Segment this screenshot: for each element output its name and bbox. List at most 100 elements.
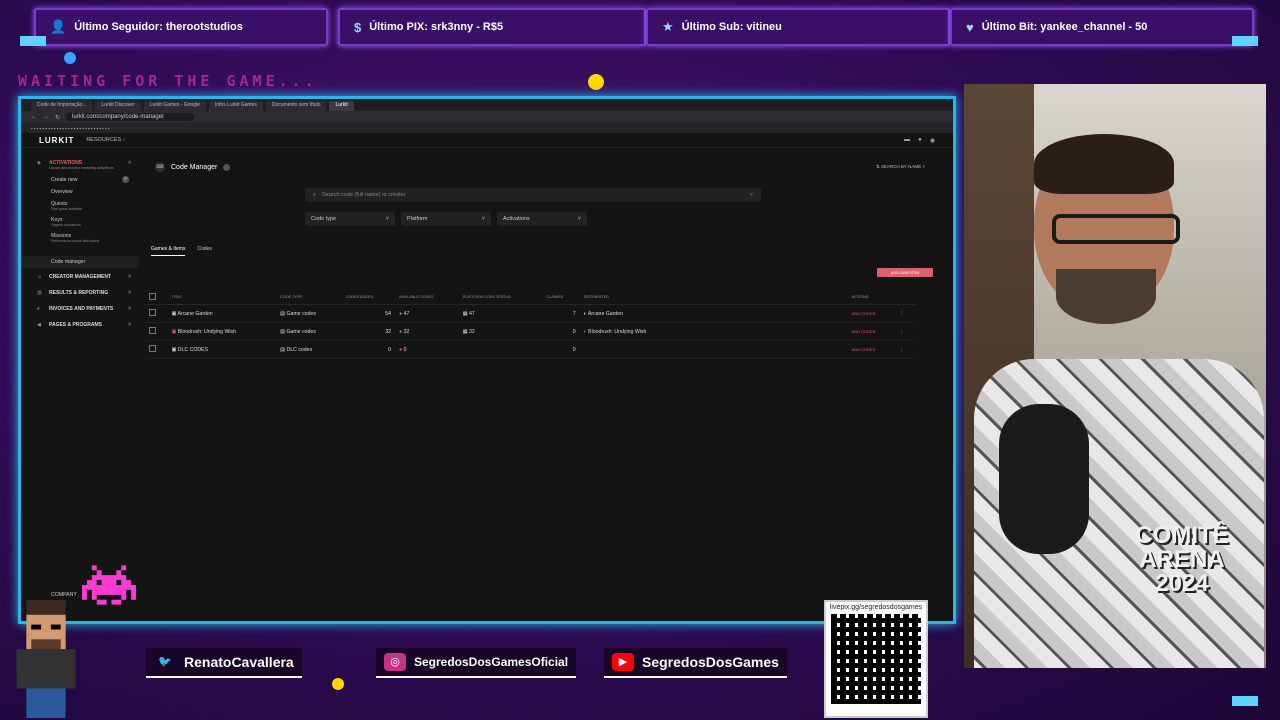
row-title: ▣ Bloodrush: Undying Wish	[167, 322, 277, 341]
chevron-down-icon: ›	[123, 137, 125, 143]
lurkit-logo[interactable]: LURKIT	[39, 136, 74, 145]
row-select[interactable]	[145, 322, 168, 341]
filter-code-type[interactable]: Code type ˅	[305, 212, 395, 226]
column-header[interactable]: ACTIONS	[847, 290, 896, 305]
bell-icon[interactable]: ●	[918, 137, 922, 144]
sidebar-section-activations[interactable]: ◈ ACTIVATIONS Launch and monitor marketi…	[21, 154, 139, 174]
column-header[interactable]: TITLE	[167, 290, 277, 305]
chevron-down-icon: ˅	[128, 306, 131, 312]
page-title: Code Manager	[171, 163, 218, 171]
row-distributed	[579, 340, 848, 359]
row-added: 32	[341, 322, 396, 341]
browser-tab[interactable]: Lurkit Games - Google	[143, 101, 206, 111]
add-game-item-button[interactable]: ADD GAME/ITEM	[877, 268, 933, 277]
top-nav: LURKIT RESOURCES › ▬ ● ◉	[21, 133, 953, 148]
select-all-header[interactable]	[145, 290, 168, 305]
sidebar-section-label: CREATOR MANAGEMENT	[49, 274, 112, 280]
row-action[interactable]: ADD CODES	[847, 304, 896, 323]
sidebar-section-results[interactable]: ▥ RESULTS & REPORTING ˅	[21, 284, 139, 300]
alert-last-follower: 👤 Último Seguidor: therootstudios	[34, 8, 328, 46]
filter-row: Code type ˅ Platform ˅ Activations ˅	[305, 212, 587, 226]
sidebar-section-creator-management[interactable]: ☺ CREATOR MANAGEMENT ˅	[21, 268, 139, 284]
sidebar-item-missions[interactable]: Missions Performance-based activations	[21, 230, 139, 246]
row-checkbox[interactable]	[149, 327, 156, 334]
table-row[interactable]: ▣ Bloodrush: Undying Wish ▤ Game codes 3…	[145, 322, 915, 341]
select-all-checkbox[interactable]	[149, 293, 156, 300]
microphone	[999, 404, 1089, 554]
sort-dropdown[interactable]: ⇅ SEARCH BY NAME ˄	[876, 164, 925, 170]
add-codes-button[interactable]: ADD CODES	[852, 329, 876, 334]
sidebar-item-code-manager[interactable]: Code manager	[21, 256, 139, 268]
row-action[interactable]: ADD CODES	[847, 322, 896, 341]
more-options-icon[interactable]: ⋮	[899, 329, 904, 335]
browser-tab[interactable]: Documento sem título	[265, 101, 327, 111]
add-codes-button[interactable]: ADD CODES	[852, 347, 876, 352]
filter-platform[interactable]: Platform ˅	[401, 212, 491, 226]
row-action[interactable]: ADD CODES	[847, 340, 896, 359]
table-header-row: TITLE CODE TYPE CODES ADDED AVAILABLE CO…	[145, 290, 915, 305]
plus-icon[interactable]: +	[122, 176, 129, 183]
row-menu[interactable]: ⋮	[895, 340, 915, 359]
bookmark-item[interactable]: ▪ ▪ ▪ ▪ ▪ ▪ ▪ ▪ ▪ ▪ ▪ ▪ ▪ ▪ ▪ ▪ ▪ ▪ ▪ ▪ …	[31, 126, 109, 131]
sidebar-section-pages[interactable]: ◀ PAGES & PROGRAMS ˅	[21, 316, 139, 332]
browser-tab[interactable]: Code de Importação...	[31, 101, 93, 111]
tab-games-items[interactable]: Games & Items	[151, 246, 186, 256]
more-options-icon[interactable]: ⋮	[899, 347, 904, 353]
column-header[interactable]: PLATFORM CODE STATUS	[458, 290, 543, 305]
table-row[interactable]: ▣ Arcane Garden ▤ Game codes 54 ● 47 ▦ 4…	[145, 304, 915, 323]
row-menu[interactable]: ⋮	[895, 322, 915, 341]
sidebar-item-label: Create new	[51, 177, 78, 183]
column-header[interactable]: DISTRIBUTED	[579, 290, 848, 305]
sidebar-section-invoices[interactable]: ⌕ INVOICES AND PAYMENTS ˅	[21, 300, 139, 316]
sidebar-item-keys[interactable]: Keys Organic activations	[21, 214, 139, 230]
column-header[interactable]: AVAILABLE CODES	[395, 290, 459, 305]
row-distributed: ◐ Arcane Garden	[579, 304, 848, 323]
tab-codes[interactable]: Codes	[197, 246, 211, 256]
decor-corner	[20, 36, 46, 46]
bookmarks-bar: ▪ ▪ ▪ ▪ ▪ ▪ ▪ ▪ ▪ ▪ ▪ ▪ ▪ ▪ ▪ ▪ ▪ ▪ ▪ ▪ …	[21, 123, 953, 133]
nav-resources[interactable]: RESOURCES	[86, 137, 121, 143]
search-icon: ⌕	[37, 306, 40, 312]
row-distributed-text: Bloodrush: Undying Wish	[588, 328, 647, 335]
main-content: ⌨ Code Manager ⇅ SEARCH BY NAME ˄ ⌕ Sear…	[145, 148, 935, 621]
browser-tab[interactable]: Lurkit Discover	[95, 101, 141, 111]
info-icon[interactable]	[223, 163, 231, 171]
forward-icon[interactable]: →	[43, 114, 49, 120]
social-youtube: ▶ SegredosDosGames	[604, 648, 787, 678]
search-input[interactable]: ⌕ Search code (full name) or creator ˅	[305, 188, 761, 202]
row-checkbox[interactable]	[149, 345, 156, 352]
column-header[interactable]: CODE TYPE	[276, 290, 342, 305]
sidebar-item-quests[interactable]: Quests Find quest activities	[21, 198, 139, 214]
sidebar-item-create-new[interactable]: Create new +	[21, 174, 139, 186]
row-menu[interactable]: ⋮	[895, 304, 915, 323]
sidebar-item-overview[interactable]: Overview	[21, 186, 139, 198]
qr-code: livepix.gg/segredosdosgames	[824, 600, 928, 718]
reload-icon[interactable]: ↻	[55, 114, 60, 121]
sort-label: SEARCH BY NAME	[880, 164, 922, 169]
row-title: ▣ DLC CODES	[167, 340, 277, 359]
cart-icon[interactable]: ▬	[904, 137, 910, 144]
more-options-icon[interactable]: ⋮	[899, 311, 904, 317]
column-header-menu	[895, 290, 915, 305]
chevron-down-icon: ˅	[128, 322, 131, 328]
column-header[interactable]: CLAIMED	[542, 290, 580, 305]
row-available: ● 32	[395, 322, 459, 341]
table-row[interactable]: ▣ DLC CODES ▤ DLC codes 0 ● 0 0 ADD CODE…	[145, 340, 915, 359]
back-icon[interactable]: ←	[31, 114, 37, 120]
url-field[interactable]: lurkit.com/company/code-manager	[66, 113, 195, 121]
alert-label: Último Seguidor: therootstudios	[74, 21, 243, 33]
qr-label: livepix.gg/segredosdosgames	[829, 604, 923, 611]
browser-tab[interactable]: Infos Lurkit Games	[208, 101, 263, 111]
column-header[interactable]: CODES ADDED	[341, 290, 396, 305]
profile-icon[interactable]: ◉	[930, 137, 935, 144]
row-select[interactable]	[145, 340, 168, 359]
row-added: 54	[341, 304, 396, 323]
row-select[interactable]	[145, 304, 168, 323]
filter-activations[interactable]: Activations ˅	[497, 212, 587, 226]
row-checkbox[interactable]	[149, 309, 156, 316]
add-codes-button[interactable]: ADD CODES	[852, 311, 876, 316]
top-nav-icons: ▬ ● ◉	[904, 137, 935, 144]
browser-tab-active[interactable]: Lurkit	[329, 101, 354, 111]
row-type: ▤ Game codes	[276, 304, 342, 323]
instagram-icon: ◎	[384, 653, 406, 671]
